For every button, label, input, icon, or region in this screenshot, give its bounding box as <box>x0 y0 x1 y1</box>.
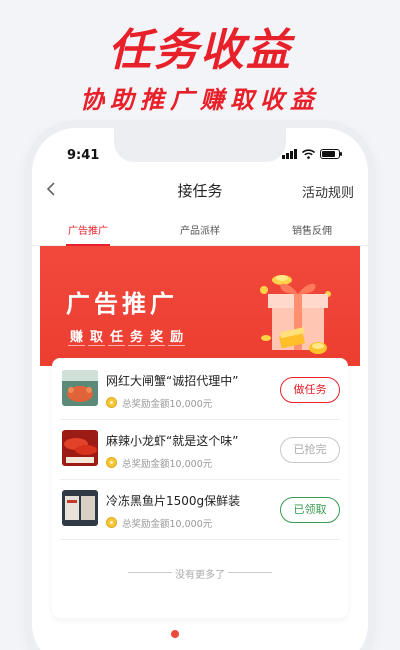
fish-fillet-thumbnail <box>62 490 98 526</box>
task-reward: 总奖励金额10,000元 <box>122 459 213 470</box>
task-reward: 总奖励金额10,000元 <box>122 519 213 530</box>
task-title: 麻辣小龙虾“就是这个味” <box>106 434 239 448</box>
phone-frame: 9:41 接任务 活动规则 广告推广 产品派样 销售反佣 广告推广 赚 取 任 <box>32 128 368 650</box>
task-title: 网红大闸蟹“诚招代理中” <box>106 374 239 388</box>
banner-subtitle: 赚 取 任 务 奖 励 <box>68 326 186 346</box>
banner-subtitle-char: 务 <box>128 326 146 346</box>
task-reward: 总奖励金额10,000元 <box>122 399 213 410</box>
banner-subtitle-char: 励 <box>168 326 186 346</box>
crayfish-thumbnail <box>62 430 98 466</box>
page-indicator-dot[interactable] <box>171 630 179 638</box>
banner-subtitle-char: 赚 <box>68 326 86 346</box>
wifi-icon <box>302 149 315 159</box>
coin-icon <box>106 517 117 528</box>
coin-icon <box>106 457 117 468</box>
task-title: 冷冻黑鱼片1500g保鲜装 <box>106 494 241 508</box>
banner-subtitle-char: 奖 <box>148 326 166 346</box>
crab-thumbnail <box>62 370 98 406</box>
gift-box-icon <box>260 275 331 354</box>
battery-icon <box>320 149 342 159</box>
tab-bar: 广告推广 产品派样 销售反佣 <box>32 216 368 246</box>
task-list-card: 网红大闸蟹“诚招代理中” 总奖励金额10,000元 做任务 麻辣小龙虾“就是这个… <box>52 358 348 618</box>
tab-product-sampling[interactable]: 产品派样 <box>144 216 256 245</box>
status-icons <box>282 149 342 159</box>
promo-banner: 广告推广 赚 取 任 务 奖 励 <box>40 246 360 366</box>
task-item[interactable]: 冷冻黑鱼片1500g保鲜装 总奖励金额10,000元 已领取 <box>60 480 340 540</box>
status-time: 9:41 <box>67 148 100 163</box>
claimed-button[interactable]: 已领取 <box>280 497 340 523</box>
coin-icon <box>106 397 117 408</box>
tab-sales-rebate[interactable]: 销售反佣 <box>256 216 368 245</box>
task-item[interactable]: 网红大闸蟹“诚招代理中” 总奖励金额10,000元 做任务 <box>60 360 340 420</box>
no-more-text: 没有更多了 <box>175 570 225 581</box>
banner-subtitle-char: 任 <box>108 326 126 346</box>
tab-ad-promotion[interactable]: 广告推广 <box>32 216 144 246</box>
phone-notch <box>114 128 286 162</box>
divider-line <box>228 572 272 573</box>
promo-subtitle: 协助推广赚取收益 <box>80 86 320 114</box>
promo-title: 任务收益 <box>108 25 292 76</box>
sold-out-button[interactable]: 已抢完 <box>280 437 340 463</box>
banner-subtitle-char: 取 <box>88 326 106 346</box>
task-item[interactable]: 麻辣小龙虾“就是这个味” 总奖励金额10,000元 已抢完 <box>60 420 340 480</box>
signal-icon <box>282 149 297 159</box>
banner-title: 广告推广 <box>66 290 178 318</box>
nav-bar: 接任务 活动规则 <box>32 176 368 206</box>
do-task-button[interactable]: 做任务 <box>280 377 340 403</box>
rules-link[interactable]: 活动规则 <box>302 182 354 201</box>
